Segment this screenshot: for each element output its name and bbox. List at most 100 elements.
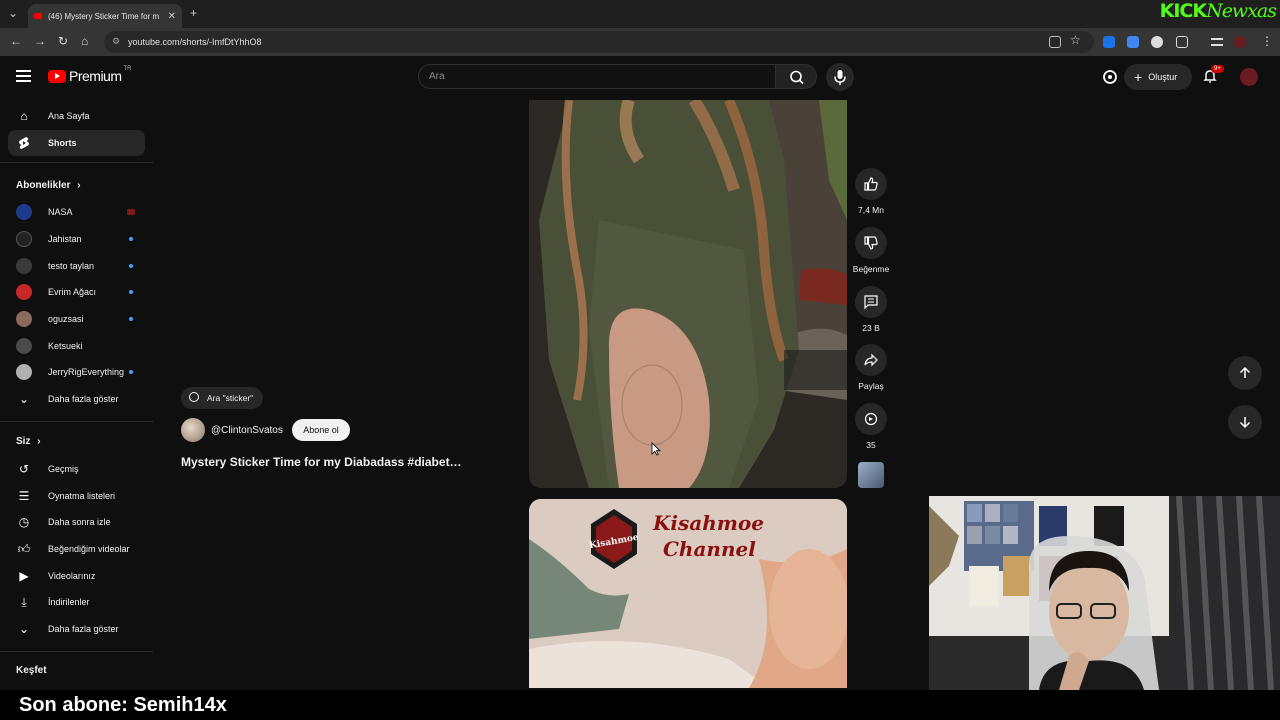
sidebar-item-home[interactable]: ⌂ Ana Sayfa bbox=[8, 103, 145, 129]
sidebar-item-label: JerryRigEverything bbox=[48, 367, 125, 377]
comments-button[interactable]: 23 B bbox=[852, 286, 890, 333]
youtube-header: Premium TR Ara + Oluştur 9+ bbox=[0, 56, 1280, 100]
thumb-down-icon bbox=[864, 236, 878, 250]
close-tab-icon[interactable]: ✕ bbox=[168, 11, 176, 22]
extensions-puzzle-icon[interactable] bbox=[1176, 36, 1188, 48]
new-content-dot bbox=[129, 290, 133, 294]
next-video-caption-1: Kisahmoe bbox=[653, 511, 764, 535]
sidebar-item-label: İndirilenler bbox=[48, 597, 90, 607]
voice-search-button[interactable] bbox=[826, 63, 854, 91]
browser-tab[interactable]: (46) Mystery Sticker Time for m ✕ bbox=[28, 4, 182, 28]
tab-title: (46) Mystery Sticker Time for m bbox=[48, 11, 160, 21]
clock-icon: ◷ bbox=[18, 515, 30, 529]
dislike-button[interactable]: Beğenme bbox=[852, 227, 890, 274]
forward-icon[interactable]: → bbox=[34, 34, 46, 48]
translate-extension-icon[interactable] bbox=[1127, 36, 1139, 48]
share-button[interactable]: Paylaş bbox=[852, 344, 890, 391]
bookmark-star-icon[interactable]: ☆ bbox=[1070, 33, 1081, 47]
download-icon: ⤓ bbox=[21, 594, 27, 609]
video-title[interactable]: Mystery Sticker Time for my Diabadass #d… bbox=[181, 455, 481, 469]
history-icon: ↺ bbox=[18, 462, 30, 476]
arrow-down-icon bbox=[1239, 417, 1251, 429]
next-video-button[interactable] bbox=[1228, 405, 1262, 439]
sidebar-sub-testo-taylan[interactable]: testo taylan bbox=[8, 253, 145, 279]
sidebar-sub-nasa[interactable]: NASA bbox=[8, 199, 145, 225]
country-code: TR bbox=[123, 66, 132, 72]
url-text: youtube.com/shorts/-ImfDtYhhO8 bbox=[128, 37, 262, 47]
site-info-icon[interactable]: ⚙ bbox=[112, 36, 120, 47]
channel-name[interactable]: @ClintonSvatos bbox=[211, 425, 283, 436]
address-bar[interactable]: ⚙ youtube.com/shorts/-ImfDtYhhO8 bbox=[104, 31, 1094, 53]
search-input[interactable]: Ara bbox=[418, 64, 776, 89]
live-sparkle-icon[interactable] bbox=[1102, 69, 1118, 85]
channel-avatar bbox=[16, 311, 32, 327]
tab-search-chevron-icon[interactable]: ⌄ bbox=[8, 6, 18, 20]
sidebar-item-liked-videos[interactable]: 👍︎ Beğendiğim videolar bbox=[8, 536, 145, 562]
browser-tabbar: ⌄ (46) Mystery Sticker Time for m ✕ + KI… bbox=[0, 0, 1280, 28]
previous-video-button[interactable] bbox=[1228, 356, 1262, 390]
video-icon: ▶ bbox=[19, 569, 29, 583]
playlist-icon: ☰ bbox=[18, 489, 30, 503]
sidebar-item-label: oguzsasi bbox=[48, 314, 84, 324]
sidebar: ⌂ Ana Sayfa Shorts Abonelikler › NASA Ja… bbox=[0, 100, 153, 690]
sidebar-item-label: Daha fazla göster bbox=[48, 394, 119, 404]
shorts-video-player[interactable] bbox=[529, 100, 847, 488]
sidebar-item-label: Evrim Ağacı bbox=[48, 287, 97, 297]
remix-button[interactable]: 35 bbox=[852, 403, 890, 450]
home-icon[interactable]: ⌂ bbox=[81, 34, 88, 48]
sidebar-item-shorts[interactable]: Shorts bbox=[8, 130, 145, 156]
sidebar-sub-jerryrigeverything[interactable]: JerryRigEverything bbox=[8, 359, 145, 385]
cast-icon[interactable] bbox=[1049, 36, 1061, 48]
create-button[interactable]: + Oluştur bbox=[1124, 64, 1192, 90]
subscriptions-heading[interactable]: Abonelikler › bbox=[16, 180, 81, 191]
sidebar-item-label: Daha sonra izle bbox=[48, 517, 111, 527]
comment-count: 23 B bbox=[862, 323, 880, 333]
sidebar-show-more[interactable]: ⌄ Daha fazla göster bbox=[8, 386, 145, 412]
sidebar-sub-evrim-agaci[interactable]: Evrim Ağacı bbox=[8, 279, 145, 305]
divider bbox=[0, 651, 153, 652]
youtube-premium-logo[interactable]: Premium TR bbox=[48, 66, 132, 84]
search-suggestion-chip[interactable]: Ara "sticker" bbox=[181, 387, 264, 409]
sidebar-item-label: Beğendiğim videolar bbox=[48, 544, 130, 554]
dislike-label: Beğenme bbox=[852, 264, 890, 274]
notifications-button[interactable]: 9+ bbox=[1202, 65, 1224, 89]
sidebar-item-watch-later[interactable]: ◷ Daha sonra izle bbox=[8, 509, 145, 535]
chevron-down-icon: ⌄ bbox=[18, 622, 30, 636]
sidebar-item-your-videos[interactable]: ▶ Videolarınız bbox=[8, 563, 145, 589]
extension-1-icon[interactable] bbox=[1103, 36, 1115, 48]
profile-icon[interactable] bbox=[1234, 36, 1246, 48]
sidebar-item-history[interactable]: ↺ Geçmiş bbox=[8, 456, 145, 482]
new-tab-icon[interactable]: + bbox=[190, 6, 197, 20]
channel-avatar[interactable] bbox=[181, 418, 205, 442]
search-button[interactable] bbox=[775, 64, 817, 89]
sidebar-sub-ketsueki[interactable]: Ketsueki bbox=[8, 333, 145, 359]
like-button[interactable]: 7,4 Mn bbox=[852, 168, 890, 215]
account-avatar[interactable] bbox=[1240, 68, 1258, 86]
last-subscriber-overlay: Son abone: Semih14x bbox=[0, 690, 1280, 720]
next-shorts-video[interactable]: Kisahmoe Kisahmoe Channel bbox=[529, 499, 847, 688]
sidebar-item-downloads[interactable]: ⤓ İndirilenler bbox=[8, 589, 145, 615]
extension-3-icon[interactable] bbox=[1151, 36, 1163, 48]
next-video-caption-2: Channel bbox=[663, 537, 756, 561]
sidebar-item-label: Daha fazla göster bbox=[48, 624, 119, 634]
reading-list-icon[interactable] bbox=[1211, 38, 1223, 46]
you-heading[interactable]: Siz › bbox=[16, 436, 41, 447]
chevron-right-icon: › bbox=[77, 180, 81, 191]
channel-avatar bbox=[16, 204, 32, 220]
sidebar-sub-oguzsasi[interactable]: oguzsasi bbox=[8, 306, 145, 332]
comment-icon bbox=[864, 295, 878, 310]
reload-icon[interactable]: ↻ bbox=[58, 34, 68, 48]
share-icon bbox=[864, 353, 878, 367]
sound-thumbnail[interactable] bbox=[858, 462, 884, 488]
sidebar-item-label: Videolarınız bbox=[48, 571, 96, 581]
sidebar-show-more-2[interactable]: ⌄ Daha fazla göster bbox=[8, 616, 145, 642]
new-content-dot bbox=[129, 370, 133, 374]
back-icon[interactable]: ← bbox=[10, 34, 22, 48]
menu-hamburger-icon[interactable] bbox=[16, 70, 31, 82]
channel-avatar bbox=[16, 338, 32, 354]
subscribe-button[interactable]: Abone ol bbox=[292, 419, 350, 441]
sidebar-sub-jahistan[interactable]: Jahistan bbox=[8, 226, 145, 252]
channel-avatar bbox=[16, 284, 32, 300]
browser-menu-icon[interactable]: ⋮ bbox=[1261, 34, 1273, 48]
sidebar-item-playlists[interactable]: ☰ Oynatma listeleri bbox=[8, 483, 145, 509]
